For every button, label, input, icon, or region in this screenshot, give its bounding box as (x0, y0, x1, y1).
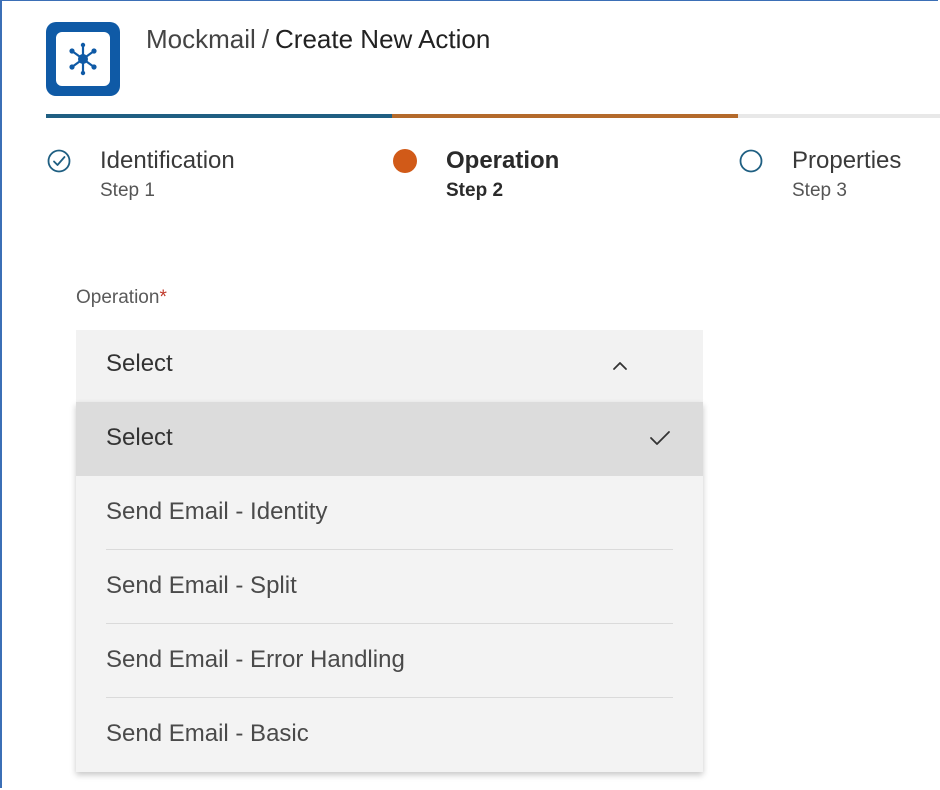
check-circle-icon (47, 149, 71, 173)
step-subtitle: Step 3 (792, 180, 847, 201)
select-current-value: Select (106, 350, 173, 377)
operation-field-label: Operation* (76, 287, 167, 309)
step-properties[interactable]: Properties Step 3 (738, 146, 901, 204)
page-title: Create New Action (275, 24, 491, 54)
operation-dropdown-menu: Select Send Email - Identity Send Email … (76, 402, 703, 772)
empty-circle-icon (739, 149, 763, 173)
filled-circle-icon (393, 149, 417, 173)
breadcrumb-separator: / (261, 24, 270, 54)
operation-select[interactable]: Select (76, 330, 703, 402)
dropdown-option-send-email-identity[interactable]: Send Email - Identity (76, 476, 703, 550)
option-label: Send Email - Split (106, 572, 297, 599)
field-label-text: Operation (76, 287, 160, 308)
checkmark-icon (650, 431, 670, 445)
step-subtitle: Step 2 (446, 180, 504, 201)
dropdown-option-select[interactable]: Select (76, 402, 703, 476)
app-logo (46, 22, 120, 96)
option-label: Send Email - Identity (106, 498, 328, 525)
step-title: Properties (792, 147, 902, 174)
dropdown-option-send-email-basic[interactable]: Send Email - Basic (76, 698, 703, 772)
progress-segment-step-2 (392, 114, 738, 118)
step-operation[interactable]: Operation Step 2 (392, 146, 559, 204)
option-label: Select (106, 424, 173, 451)
breadcrumb: Mockmail / Create New Action (146, 24, 490, 55)
step-title: Identification (100, 147, 235, 174)
chevron-up-icon[interactable] (610, 356, 630, 376)
dropdown-option-send-email-split[interactable]: Send Email - Split (76, 550, 703, 624)
required-marker: * (159, 287, 167, 308)
step-title: Operation (446, 147, 560, 174)
network-hub-icon (69, 42, 97, 76)
breadcrumb-app-link[interactable]: Mockmail (146, 24, 256, 54)
option-label: Send Email - Error Handling (106, 646, 405, 673)
step-subtitle: Step 1 (100, 180, 155, 201)
progress-segment-step-1 (46, 114, 392, 118)
dropdown-option-send-email-error-handling[interactable]: Send Email - Error Handling (76, 624, 703, 698)
step-identification[interactable]: Identification Step 1 (46, 146, 235, 204)
option-label: Send Email - Basic (106, 720, 309, 747)
